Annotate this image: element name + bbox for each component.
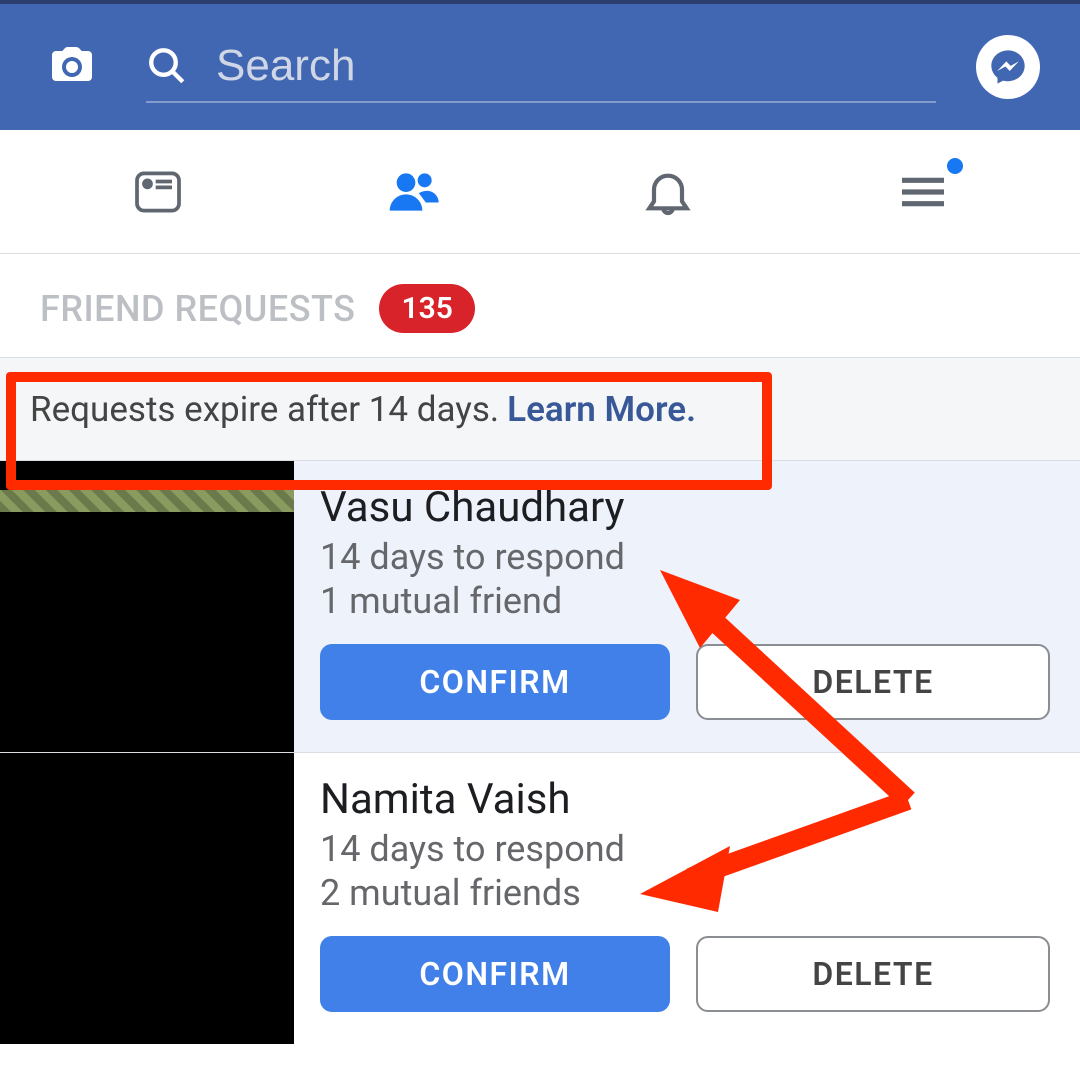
tab-notifications[interactable] <box>636 160 700 224</box>
tab-friends[interactable] <box>381 160 445 224</box>
section-title: FRIEND REQUESTS <box>40 288 355 330</box>
learn-more-link[interactable]: Learn More. <box>507 389 696 430</box>
messenger-button[interactable] <box>976 35 1040 99</box>
tab-bar <box>0 130 1080 254</box>
menu-notification-dot <box>947 158 963 174</box>
menu-icon <box>895 164 951 220</box>
expire-banner: Requests expire after 14 days. Learn Mor… <box>0 357 1080 461</box>
confirm-button[interactable]: CONFIRM <box>320 936 670 1012</box>
request-mutual[interactable]: 1 mutual friend <box>320 580 1050 622</box>
bell-icon <box>640 164 696 220</box>
tab-newsfeed[interactable] <box>126 160 190 224</box>
request-info: Vasu Chaudhary 14 days to respond 1 mutu… <box>294 461 1080 752</box>
expire-text: Requests expire after 14 days. <box>30 389 499 430</box>
search-container[interactable] <box>146 31 936 103</box>
section-header: FRIEND REQUESTS 135 <box>0 254 1080 357</box>
request-days: 14 days to respond <box>320 828 1050 870</box>
newsfeed-icon <box>130 164 186 220</box>
app-header <box>0 4 1080 130</box>
friends-icon <box>385 164 441 220</box>
messenger-icon <box>988 47 1028 87</box>
delete-button[interactable]: DELETE <box>696 644 1050 720</box>
request-name[interactable]: Namita Vaish <box>320 775 1050 824</box>
request-info: Namita Vaish 14 days to respond 2 mutual… <box>294 753 1080 1044</box>
search-input[interactable] <box>216 41 936 91</box>
tab-menu[interactable] <box>891 160 955 224</box>
friend-request-item: Namita Vaish 14 days to respond 2 mutual… <box>0 753 1080 1044</box>
camera-button[interactable] <box>44 41 100 93</box>
request-mutual[interactable]: 2 mutual friends <box>320 872 1050 914</box>
avatar[interactable] <box>0 753 294 1044</box>
avatar-top-strip <box>0 490 294 512</box>
search-icon <box>146 45 188 87</box>
confirm-button[interactable]: CONFIRM <box>320 644 670 720</box>
delete-button[interactable]: DELETE <box>696 936 1050 1012</box>
camera-icon <box>44 41 100 89</box>
request-name[interactable]: Vasu Chaudhary <box>320 483 1050 532</box>
request-count-badge: 135 <box>379 284 474 333</box>
request-days: 14 days to respond <box>320 536 1050 578</box>
